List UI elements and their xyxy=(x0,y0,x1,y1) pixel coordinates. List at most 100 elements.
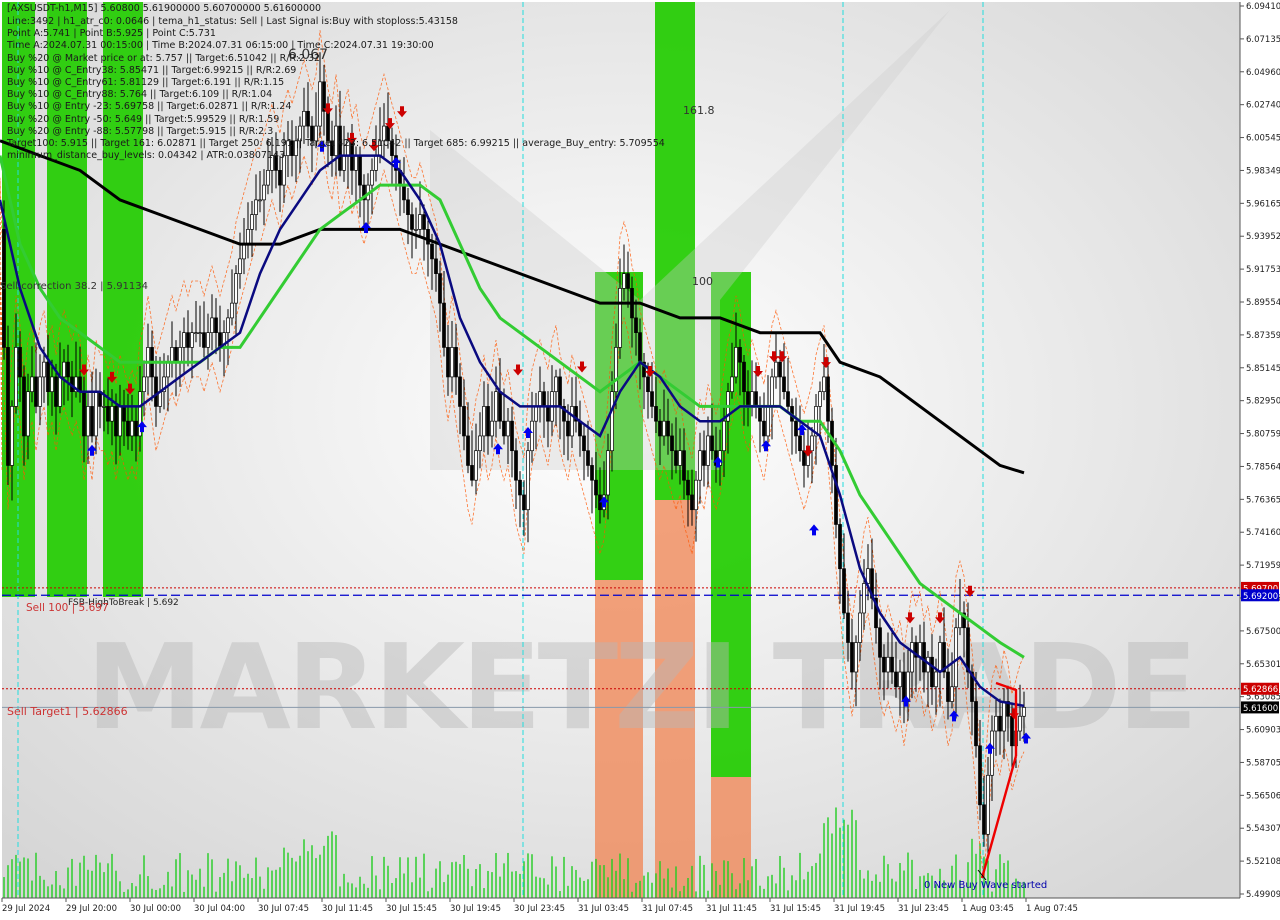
candle-body xyxy=(166,361,170,378)
candle-body xyxy=(734,347,738,378)
candle-body xyxy=(458,376,462,407)
info-line: Time A:2024.07.31 00:15:00 | Time B:2024… xyxy=(7,40,434,52)
candle-body xyxy=(810,435,814,452)
candle-body xyxy=(130,420,134,437)
candle-body xyxy=(450,347,454,378)
y-tick-label: 6.02740 xyxy=(1246,101,1280,111)
candle-body xyxy=(742,361,746,393)
candle-body xyxy=(698,450,702,481)
x-tick-label: 30 Jul 19:45 xyxy=(450,904,501,914)
candle-body xyxy=(14,347,18,407)
candle-body xyxy=(694,479,698,511)
x-tick-label: 31 Jul 11:45 xyxy=(706,904,757,914)
candle-body xyxy=(442,302,446,348)
y-tick-label: 6.09410 xyxy=(1246,2,1280,12)
y-tick-label: 5.80759 xyxy=(1246,430,1280,440)
candle-body xyxy=(374,155,378,171)
candle-body xyxy=(758,406,762,422)
candle-body xyxy=(614,347,618,393)
candle-body xyxy=(30,376,34,393)
candle-body xyxy=(90,406,94,437)
candle-body xyxy=(234,273,238,304)
candle-body xyxy=(1022,707,1026,717)
candle-body xyxy=(670,435,674,452)
candle-body xyxy=(702,450,706,466)
x-tick-label: 30 Jul 23:45 xyxy=(514,904,565,914)
x-tick-label: 31 Jul 19:45 xyxy=(834,904,885,914)
info-line: Buy %20 @ Entry -50: 5.649 || Target:5.9… xyxy=(7,113,280,125)
candle-body xyxy=(134,420,138,437)
candle-body xyxy=(590,465,594,481)
candle-body xyxy=(238,258,242,274)
candle-body xyxy=(106,406,110,422)
info-line: minimum_distance_buy_levels: 0.04342 | A… xyxy=(7,150,286,162)
candle-body xyxy=(738,347,742,363)
candle-body xyxy=(674,450,678,466)
candle-body xyxy=(266,170,270,186)
y-tick-label: 5.71959 xyxy=(1246,561,1280,571)
candle-body xyxy=(514,450,518,481)
info-line: Point A:5.741 | Point B:5.925 | Point C:… xyxy=(7,28,216,40)
candle-body xyxy=(430,243,434,260)
candle-body xyxy=(890,656,894,673)
candle-body xyxy=(950,686,954,702)
candle-body xyxy=(154,376,158,407)
candle-body xyxy=(142,376,146,393)
x-tick-label: 30 Jul 04:00 xyxy=(194,904,245,914)
candle-body xyxy=(422,214,426,230)
info-line: Target100: 5.915 || Target 161: 6.02871 … xyxy=(7,138,665,149)
x-tick-label: 30 Jul 11:45 xyxy=(322,904,373,914)
y-tick-label: 5.93952 xyxy=(1246,232,1280,242)
candle-body xyxy=(402,184,406,201)
candle-body xyxy=(754,391,758,407)
candle-body xyxy=(110,406,114,422)
candle-body xyxy=(922,642,926,673)
candle-body xyxy=(1002,701,1006,732)
candle-body xyxy=(118,406,122,437)
info-line: Buy %10 @ Entry -23: 5.69758 || Target:6… xyxy=(7,101,292,113)
sell-target1-label: Sell Target1 | 5.62866 xyxy=(7,705,128,718)
x-tick-label: 1 Aug 03:45 xyxy=(962,904,1014,914)
candle-body xyxy=(662,420,666,437)
candle-body xyxy=(570,406,574,437)
y-tick-label: 6.07135 xyxy=(1246,35,1280,45)
candle-body xyxy=(102,406,106,408)
candle-body xyxy=(978,745,982,806)
candle-body xyxy=(178,347,182,363)
x-tick-label: 31 Jul 07:45 xyxy=(642,904,693,914)
candle-body xyxy=(986,774,990,835)
candle-body xyxy=(494,391,498,422)
candle-body xyxy=(498,391,502,422)
candle-body xyxy=(850,642,854,673)
candle-body xyxy=(10,406,14,466)
info-line: Buy %10 @ C_Entry38: 5.85471 || Target:6… xyxy=(7,64,297,76)
candle-body xyxy=(46,361,50,393)
candle-body xyxy=(474,450,478,481)
y-tick-label: 5.58705 xyxy=(1246,758,1280,768)
candle-body xyxy=(826,376,830,422)
candle-body xyxy=(306,110,310,127)
candle-body xyxy=(794,420,798,437)
candle-body xyxy=(974,701,978,747)
candle-body xyxy=(954,627,958,688)
candle-body xyxy=(862,583,866,614)
candle-body xyxy=(834,465,838,525)
candle-body xyxy=(770,376,774,407)
candle-body xyxy=(278,170,282,186)
info-line: Buy %20 @ Entry -88: 5.57798 || Target:5… xyxy=(7,125,274,137)
candle-body xyxy=(258,199,262,202)
y-tick-label: 5.89554 xyxy=(1246,298,1280,308)
candle-body xyxy=(406,199,410,215)
candle-body xyxy=(518,479,522,496)
candle-body xyxy=(354,155,358,171)
candle-body xyxy=(174,347,178,363)
info-line: Line:3492 | h1_atr_c0: 0.0646 | tema_h1_… xyxy=(7,16,458,27)
candle-body xyxy=(946,671,950,702)
y-tick-label: 5.82950 xyxy=(1246,397,1280,407)
candle-body xyxy=(410,214,414,230)
candle-body xyxy=(342,155,346,171)
candle-body xyxy=(882,656,886,673)
candle-body xyxy=(38,376,42,407)
candle-body xyxy=(894,671,898,688)
y-tick-label: 5.76365 xyxy=(1246,495,1280,505)
